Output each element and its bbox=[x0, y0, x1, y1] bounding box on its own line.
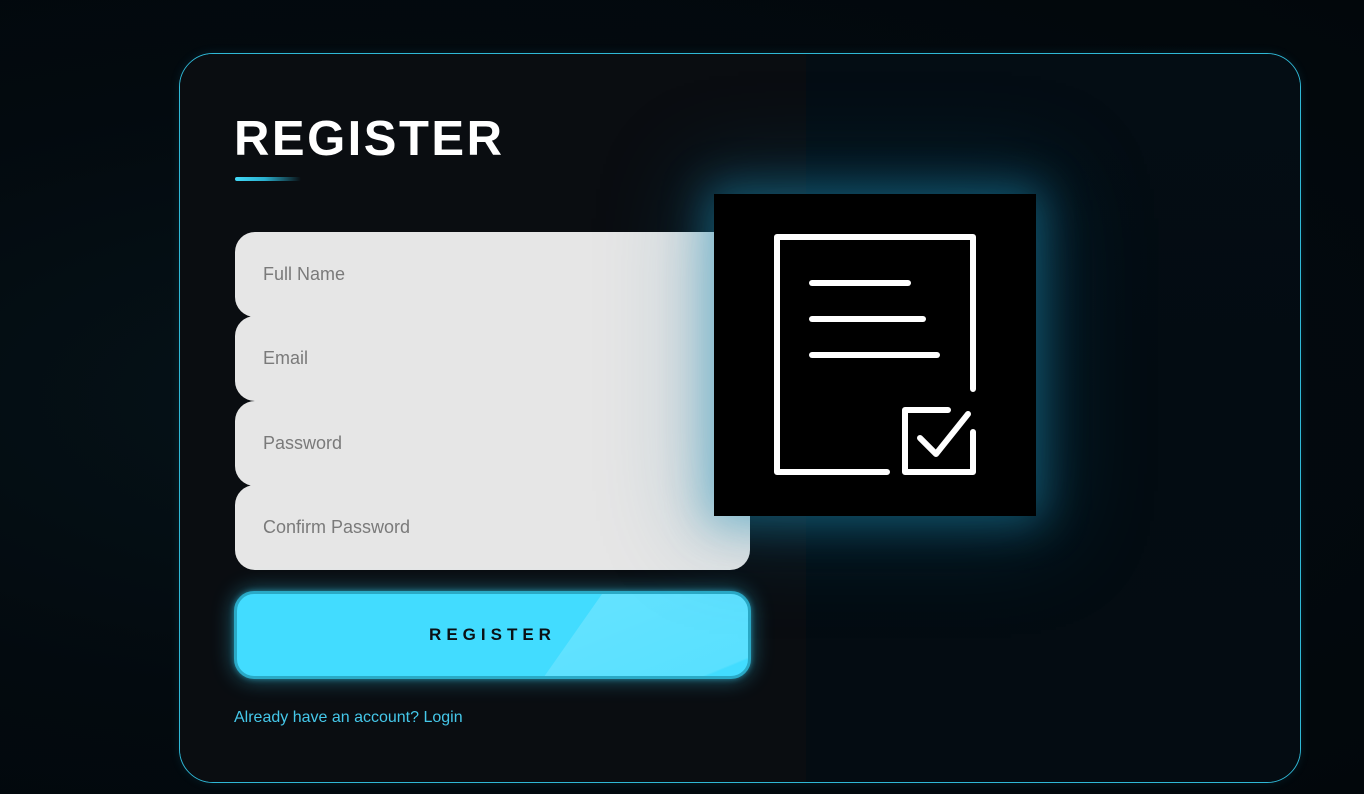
full-name-input[interactable] bbox=[235, 232, 750, 317]
email-input[interactable] bbox=[235, 316, 750, 401]
register-button-label: REGISTER bbox=[429, 625, 556, 644]
confirm-password-input[interactable] bbox=[235, 485, 750, 570]
title-underline bbox=[235, 177, 301, 181]
password-input[interactable] bbox=[235, 401, 750, 486]
page-background: REGISTER REGISTER Already have an accoun… bbox=[0, 0, 1364, 794]
form-panel: REGISTER REGISTER Already have an accoun… bbox=[180, 54, 806, 782]
register-button[interactable]: REGISTER bbox=[234, 591, 751, 679]
document-check-icon bbox=[774, 234, 976, 475]
login-link[interactable]: Already have an account? Login bbox=[234, 709, 463, 727]
illustration-box bbox=[714, 194, 1036, 516]
page-title: REGISTER bbox=[234, 112, 505, 166]
button-sheen bbox=[524, 594, 748, 676]
